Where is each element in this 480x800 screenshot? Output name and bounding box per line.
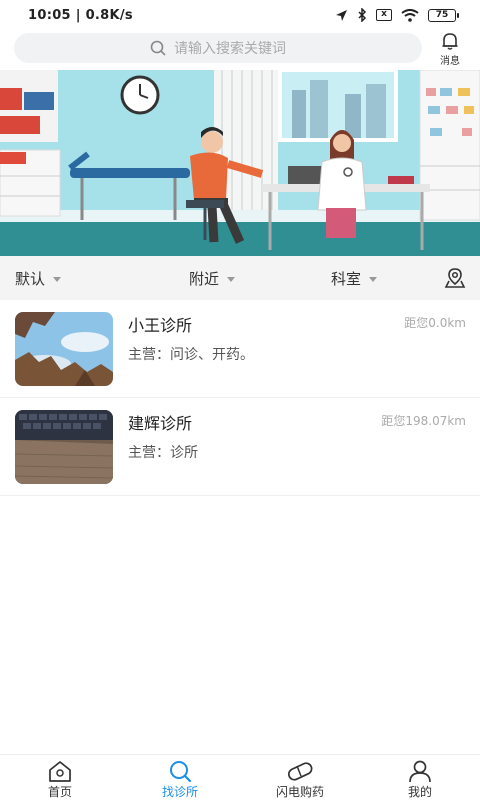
header: 请输入搜索关键词 消息 (0, 30, 480, 70)
nav-mine-label: 我的 (407, 785, 432, 799)
sim-x-icon: x (376, 9, 392, 21)
clinic-list: 小王诊所 距您0.0km 主营：问诊、开药。 建辉诊所 距您198.07km 主… (0, 300, 480, 496)
nav-home[interactable]: 首页 (0, 755, 120, 800)
pill-icon (287, 762, 313, 781)
filter-department-label: 科室 (331, 269, 362, 288)
clinic-name: 建辉诊所 (128, 414, 193, 433)
message-label: 消息 (440, 56, 460, 67)
search-input[interactable]: 请输入搜索关键词 (14, 33, 422, 63)
list-item[interactable]: 建辉诊所 距您198.07km 主营：诊所 (0, 398, 480, 496)
user-icon (409, 760, 431, 783)
wifi-icon (401, 8, 419, 22)
nav-find-clinic-label: 找诊所 (161, 785, 198, 799)
clinic-name: 小王诊所 (128, 316, 193, 335)
filter-nearby[interactable]: 附近 (189, 268, 236, 289)
location-icon (336, 9, 347, 21)
status-time-speed: 10:05 | 0.8K/s (28, 7, 133, 23)
clinic-thumbnail (15, 410, 113, 484)
filter-default-label: 默认 (15, 269, 46, 288)
filter-default[interactable]: 默认 (15, 268, 62, 289)
banner-illustration[interactable] (0, 70, 480, 256)
clinic-distance: 距您0.0km (404, 316, 466, 330)
nav-flash-medicine-label: 闪电购药 (275, 785, 324, 799)
search-placeholder: 请输入搜索关键词 (174, 41, 286, 57)
caret-down-icon (369, 276, 378, 282)
nav-flash-medicine[interactable]: 闪电购药 (240, 755, 360, 800)
filter-department[interactable]: 科室 (331, 268, 378, 289)
clinic-illustration (0, 70, 480, 256)
caret-down-icon (53, 276, 62, 282)
clinic-main-business: 主营：问诊、开药。 (128, 347, 254, 363)
message-button[interactable]: 消息 (434, 30, 466, 68)
home-icon (49, 761, 71, 782)
nav-home-label: 首页 (47, 785, 72, 799)
search-icon (150, 40, 166, 56)
status-icons: x 75 (335, 8, 459, 22)
clinic-distance: 距您198.07km (381, 414, 466, 428)
filter-nearby-label: 附近 (189, 269, 220, 288)
search-icon (170, 761, 192, 783)
nav-mine[interactable]: 我的 (360, 755, 480, 800)
bottom-nav: 首页 找诊所 闪电购药 我的 (0, 754, 480, 800)
map-location-icon[interactable] (444, 267, 466, 289)
caret-down-icon (227, 276, 236, 282)
clinic-thumbnail (15, 312, 113, 386)
bluetooth-icon (358, 8, 367, 22)
bell-icon (442, 33, 458, 50)
list-item[interactable]: 小王诊所 距您0.0km 主营：问诊、开药。 (0, 300, 480, 398)
battery-icon: 75 (428, 8, 459, 22)
clinic-main-business: 主营：诊所 (128, 445, 198, 461)
status-bar: 10:05 | 0.8K/s x 75 (0, 0, 480, 30)
nav-find-clinic[interactable]: 找诊所 (120, 755, 240, 800)
filter-bar: 默认 附近 科室 (0, 256, 480, 300)
